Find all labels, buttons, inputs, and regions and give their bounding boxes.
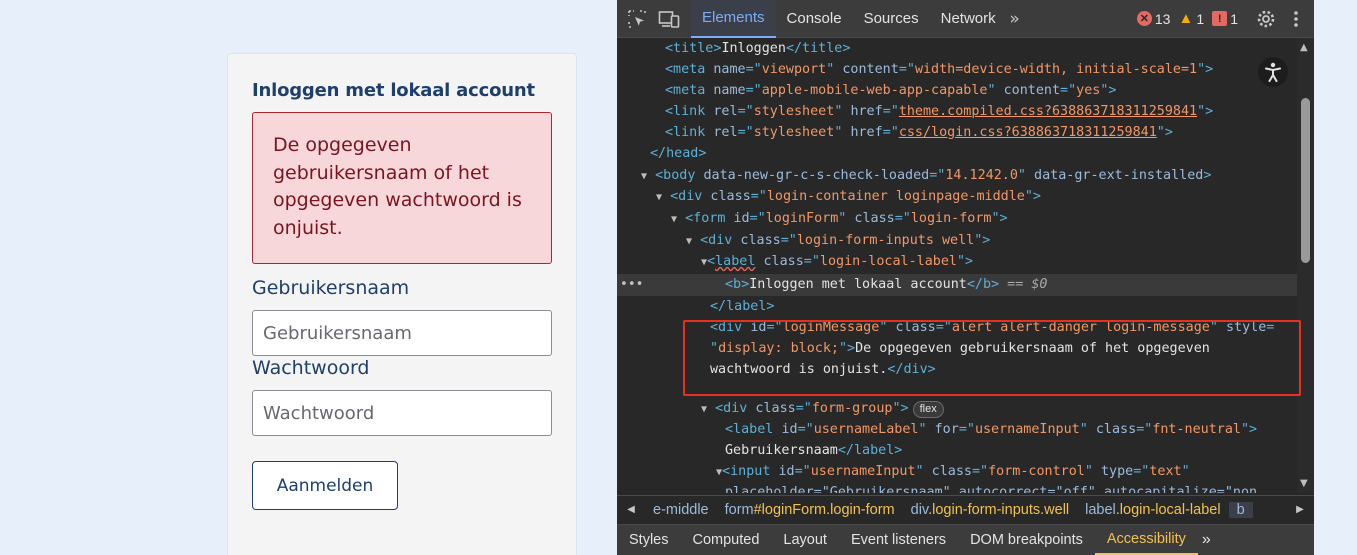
message-count-badge[interactable]: ! 1 <box>1212 11 1238 27</box>
breadcrumb-item-current[interactable]: b <box>1228 501 1253 518</box>
breadcrumb-item[interactable]: label.login-local-label <box>1077 502 1228 518</box>
scroll-up-arrow-icon[interactable]: ▲ <box>1300 42 1308 53</box>
chevron-left-icon[interactable]: ◀ <box>617 504 645 515</box>
expand-arrow-icon[interactable]: ▼ <box>686 236 692 247</box>
login-title: Inloggen met lokaal account <box>252 80 535 101</box>
tab-layout[interactable]: Layout <box>771 524 839 555</box>
tree-line[interactable]: <link rel="stylesheet" href="theme.compi… <box>665 101 1213 122</box>
tree-line[interactable]: <div id="loginMessage" class="alert aler… <box>710 317 1274 338</box>
tree-line[interactable]: <label id="usernameLabel" for="usernameI… <box>725 419 1257 440</box>
tab-styles[interactable]: Styles <box>617 524 681 555</box>
breadcrumb-item[interactable]: div.login-form-inputs.well <box>903 502 1078 518</box>
devtools-panel: Elements Console Sources Network » ✕ 13 … <box>617 0 1314 555</box>
login-card: Inloggen met lokaal account De opgegeven… <box>227 53 577 555</box>
flex-badge[interactable]: flex <box>912 401 944 418</box>
expand-arrow-icon[interactable]: ▼ <box>701 404 707 415</box>
tree-line[interactable]: <meta name="viewport" content="width=dev… <box>665 59 1213 80</box>
tab-network[interactable]: Network <box>930 0 1007 38</box>
breadcrumb-item[interactable]: form#loginForm.login-form <box>717 502 903 518</box>
more-tabs-icon[interactable]: » <box>1007 7 1023 31</box>
tree-line[interactable]: placeholder="Gebruikersnaam" autocorrect… <box>725 482 1257 493</box>
scroll-thumb[interactable] <box>1301 98 1310 263</box>
password-input[interactable] <box>252 390 552 436</box>
username-input[interactable] <box>252 310 552 356</box>
kebab-menu-icon[interactable] <box>1284 7 1308 31</box>
device-toolbar-icon[interactable] <box>657 7 681 31</box>
tree-line[interactable]: ▼ <div class="login-form-inputs well"> <box>686 230 990 251</box>
more-tabs-icon[interactable]: » <box>1198 524 1215 555</box>
inspect-element-icon[interactable] <box>625 7 649 31</box>
tree-line[interactable]: </label> <box>710 296 775 317</box>
tab-computed[interactable]: Computed <box>681 524 772 555</box>
warning-icon: ▲ <box>1178 10 1194 27</box>
tab-event-listeners[interactable]: Event listeners <box>839 524 958 555</box>
login-submit-button[interactable]: Aanmelden <box>252 461 398 510</box>
tree-line[interactable]: <meta name="apple-mobile-web-app-capable… <box>665 80 1116 101</box>
tree-line[interactable]: ▼ <form id="loginForm" class="login-form… <box>671 208 1008 229</box>
scroll-down-arrow-icon[interactable]: ▼ <box>1300 478 1308 489</box>
warning-count-badge[interactable]: ▲ 1 <box>1178 10 1204 27</box>
tab-elements[interactable]: Elements <box>691 0 776 38</box>
error-count-badge[interactable]: ✕ 13 <box>1136 11 1170 27</box>
tree-line-selected[interactable]: <b>Inloggen met lokaal account</b> == $0 <box>725 274 1047 295</box>
login-error-alert: De opgegeven gebruikersnaam of het opgeg… <box>252 112 552 264</box>
tree-line[interactable]: "display: block;">De opgegeven gebruiker… <box>710 338 1210 359</box>
settings-gear-icon[interactable] <box>1254 7 1278 31</box>
tree-line[interactable]: ▼ <div class="form-group"> flex <box>701 398 944 419</box>
expand-arrow-icon[interactable]: ▼ <box>671 214 677 225</box>
message-icon: ! <box>1212 11 1228 26</box>
tree-line[interactable]: <link rel="stylesheet" href="css/login.c… <box>665 122 1173 143</box>
tree-line[interactable]: ▼ <body data-new-gr-c-s-check-loaded="14… <box>641 165 1211 186</box>
error-icon: ✕ <box>1136 11 1152 26</box>
tree-line[interactable]: </head> <box>650 143 706 164</box>
expand-arrow-icon[interactable]: ▼ <box>641 171 647 182</box>
tab-dom-breakpoints[interactable]: DOM breakpoints <box>958 524 1095 555</box>
dom-breadcrumbs: ◀ e-middle form#loginForm.login-form div… <box>617 495 1314 523</box>
accessibility-icon[interactable] <box>1258 57 1288 87</box>
password-label: Wachtwoord <box>252 357 370 379</box>
tab-console[interactable]: Console <box>776 0 853 38</box>
page-background-strip <box>1314 0 1357 555</box>
tree-line[interactable]: wachtwoord is onjuist.</div> <box>710 359 936 380</box>
tree-line[interactable]: Gebruikersnaam</label> <box>725 440 902 461</box>
tree-line[interactable]: ▼<label class="login-local-label"> <box>701 251 973 272</box>
elements-tree[interactable]: ••• <title>Inloggen</title> <meta name="… <box>617 38 1297 493</box>
tree-line[interactable]: <title>Inloggen</title> <box>665 38 850 59</box>
sidebar-tabs: Styles Computed Layout Event listeners D… <box>617 524 1314 555</box>
breadcrumb-item[interactable]: e-middle <box>645 502 717 518</box>
username-label: Gebruikersnaam <box>252 277 410 299</box>
tree-line[interactable]: ▼<input id="usernameInput" class="form-c… <box>716 461 1190 482</box>
tab-accessibility[interactable]: Accessibility <box>1094 524 1198 555</box>
chevron-right-icon[interactable]: ▶ <box>1286 504 1314 515</box>
expand-arrow-icon[interactable]: ▼ <box>656 192 662 203</box>
node-actions-ellipsis[interactable]: ••• <box>620 277 643 292</box>
tab-sources[interactable]: Sources <box>853 0 930 38</box>
elements-scrollbar[interactable]: ▲ ▼ <box>1297 38 1314 493</box>
devtools-toolbar: Elements Console Sources Network » ✕ 13 … <box>617 0 1314 38</box>
tree-line[interactable]: ▼ <div class="login-container loginpage-… <box>656 186 1041 207</box>
